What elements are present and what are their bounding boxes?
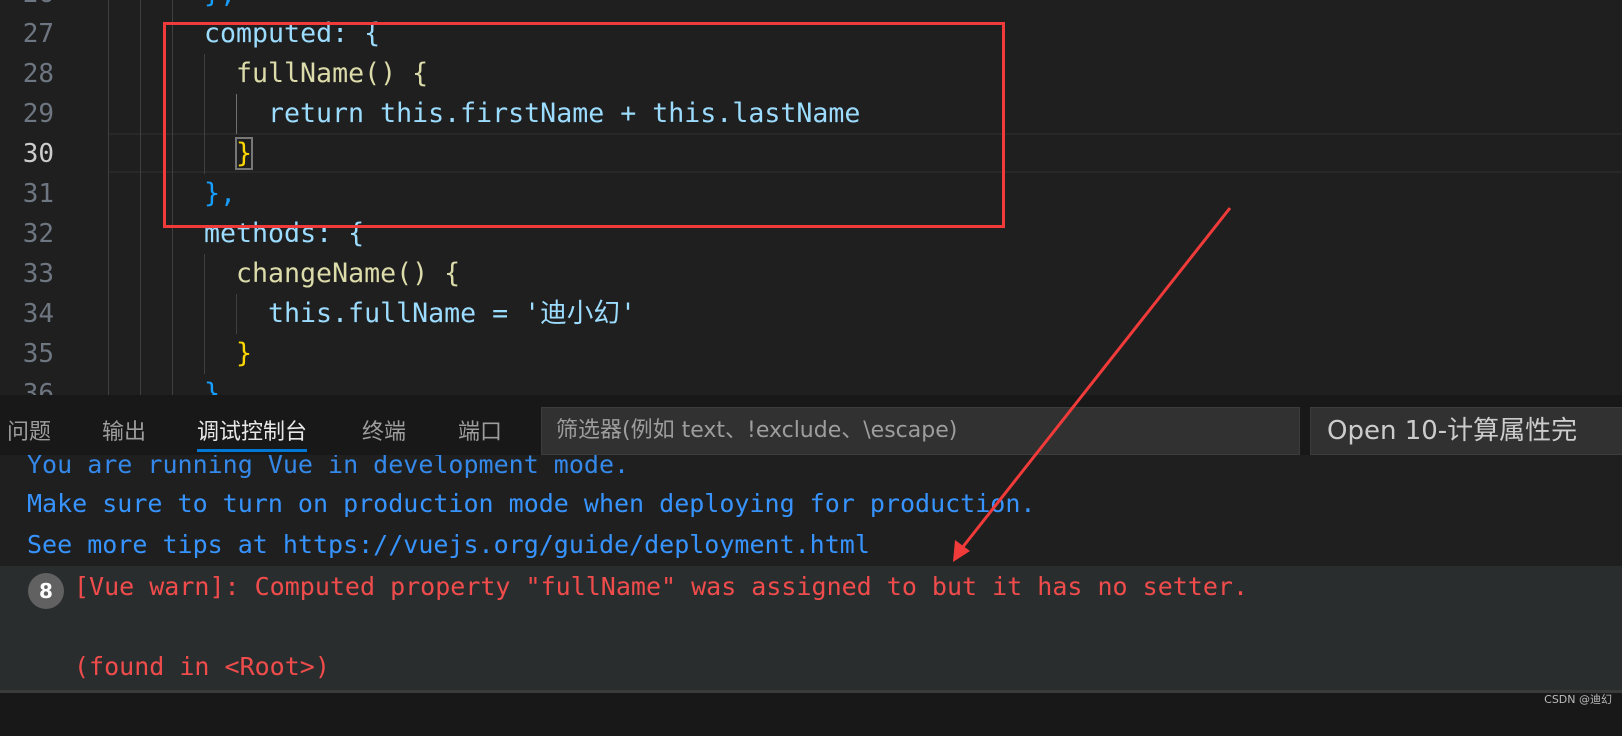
annotation-arrow <box>953 207 1232 562</box>
arrow-line <box>960 207 1232 549</box>
